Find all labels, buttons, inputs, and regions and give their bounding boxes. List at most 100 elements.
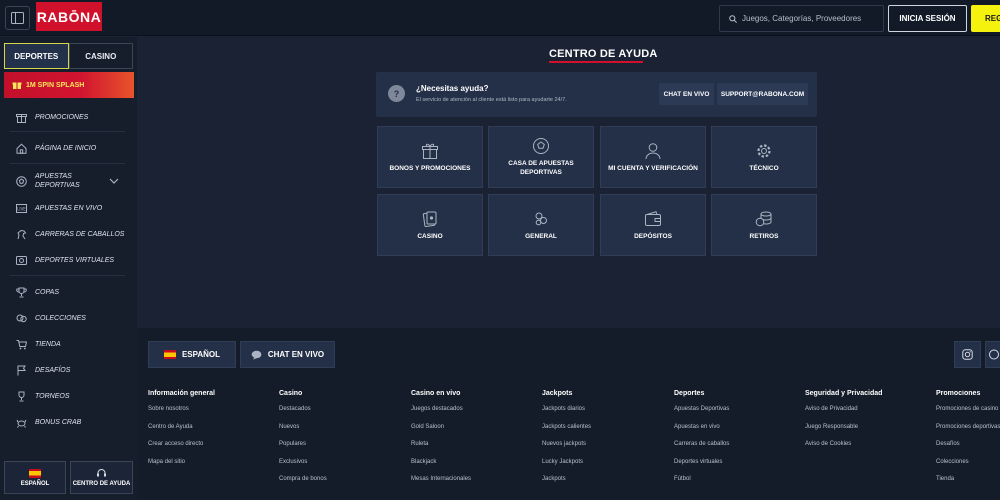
support-email-button[interactable]: SUPPORT@RABONA.COM (717, 83, 808, 105)
trophy-icon (16, 287, 27, 297)
sidebar-item-apuestas-deportivas[interactable]: APUESTAS DEPORTIVAS (0, 170, 137, 192)
footer-link[interactable]: Aviso de Privacidad (805, 405, 933, 423)
footer-chat-button[interactable]: CHAT EN VIVO (240, 341, 335, 368)
virtual-icon (16, 255, 27, 265)
footer-column-title: Deportes (674, 390, 705, 397)
footer-link[interactable]: Jackpots calientes (542, 423, 670, 441)
sidebar-item-colecciones[interactable]: COLECCIONES (0, 311, 137, 325)
login-button[interactable]: INICIA SESIÓN (888, 5, 967, 32)
footer-link[interactable]: Jackpots (542, 475, 670, 493)
need-help-box: ? ¿Necesitas ayuda? El servicio de atenc… (376, 72, 817, 117)
sidebar-item-torneos[interactable]: TORNEOS (0, 389, 137, 403)
collections-icon (16, 314, 27, 322)
soccer-ball-icon (16, 175, 27, 187)
footer-link[interactable]: Sobre nosotros (148, 405, 276, 423)
rabona-logo[interactable]: RABŌNA (36, 2, 102, 31)
footer-column-seguridad: Seguridad y Privacidad Aviso de Privacid… (805, 390, 933, 458)
footer-link[interactable]: Apuestas Deportivas (674, 405, 802, 423)
footer-link[interactable]: Destacados (279, 405, 407, 423)
svg-text:LIVE: LIVE (17, 206, 26, 211)
sidebar-item-label: TORNEOS (35, 392, 70, 400)
help-card-bonos[interactable]: BONOS Y PROMOCIONES (377, 126, 483, 188)
sidebar-item-deportes-virtuales[interactable]: DEPORTES VIRTUALES (0, 253, 137, 267)
footer-link[interactable]: Colecciones (936, 458, 1000, 476)
social-icon (988, 349, 999, 360)
crab-icon (16, 419, 27, 428)
footer-link[interactable]: Exclusivos (279, 458, 407, 476)
footer-language-label: ESPAÑOL (181, 350, 221, 359)
footer-link[interactable]: Aviso de Cookies (805, 440, 933, 458)
sidebar-item-label: PÁGINA DE INICIO (35, 144, 97, 152)
help-card-depositos[interactable]: DEPÓSITOS (600, 194, 706, 256)
footer-link[interactable]: Juego Responsable (805, 423, 933, 441)
home-icon (16, 143, 27, 154)
footer-link[interactable]: Apuestas en vivo (674, 423, 802, 441)
chevron-down-icon[interactable] (109, 178, 119, 184)
footer-link[interactable]: Populares (279, 440, 407, 458)
tab-deportes[interactable]: DEPORTES (4, 43, 69, 69)
sidebar-item-label: COPAS (35, 288, 59, 296)
help-card-tecnico[interactable]: TÉCNICO (711, 126, 817, 188)
language-button[interactable]: ESPAÑOL (4, 461, 66, 494)
search-input[interactable] (742, 14, 882, 23)
footer-link[interactable]: Compra de bonos (279, 475, 407, 493)
footer-link[interactable]: Blackjack (411, 458, 539, 476)
footer-link[interactable]: Fútbol (674, 475, 802, 493)
footer-link[interactable]: Crear acceso directo (148, 440, 276, 458)
coins-icon (755, 211, 772, 226)
sidebar-item-label: CARRERAS DE CABALLOS (35, 230, 125, 238)
footer-link[interactable]: Lucky Jackpots (542, 458, 670, 476)
footer-link[interactable]: Mesas Internacionales (411, 475, 539, 493)
help-card-retiros[interactable]: RETIROS (711, 194, 817, 256)
footer-link[interactable]: Gold Saloon (411, 423, 539, 441)
sidebar-item-promociones[interactable]: PROMOCIONES (0, 110, 137, 124)
footer-link[interactable]: Deportes virtuales (674, 458, 802, 476)
language-label: ESPAÑOL (20, 480, 50, 487)
footer-link[interactable]: Desafíos (936, 440, 1000, 458)
footer: ESPAÑOL CHAT EN VIVO Información general… (137, 328, 1000, 500)
footer-link[interactable]: Centro de Ayuda (148, 423, 276, 441)
sidebar-item-bonus-crab[interactable]: BONUS CRAB (0, 415, 137, 429)
promo-banner[interactable]: 1M SPIN SPLASH (4, 72, 134, 98)
footer-link[interactable]: Juegos destacados (411, 405, 539, 423)
sidebar-item-label: COLECCIONES (35, 314, 86, 322)
need-help-subtitle: El servicio de atención al cliente está … (416, 97, 567, 103)
footer-language-button[interactable]: ESPAÑOL (148, 341, 236, 368)
help-card-label: RETIROS (749, 232, 779, 240)
help-center-button[interactable]: CENTRO DE AYUDA (70, 461, 133, 494)
search-icon (729, 14, 737, 23)
sidebar-item-apuestas-en-vivo[interactable]: LIVE APUESTAS EN VIVO (0, 201, 137, 215)
sidebar-item-inicio[interactable]: PÁGINA DE INICIO (0, 141, 137, 155)
page-title: CENTRO DE AYUDA (549, 48, 658, 60)
sidebar-item-desafios[interactable]: DESAFÍOS (0, 363, 137, 377)
instagram-button[interactable] (954, 341, 981, 368)
sidebar-item-carreras[interactable]: CARRERAS DE CABALLOS (0, 227, 137, 241)
help-card-casino[interactable]: CASINO (377, 194, 483, 256)
search-box[interactable] (719, 5, 884, 32)
footer-link[interactable]: Ruleta (411, 440, 539, 458)
footer-link[interactable]: Promociones de casino (936, 405, 1000, 423)
help-card-general[interactable]: GENERAL (488, 194, 594, 256)
footer-link[interactable]: Promociones deportivas (936, 423, 1000, 441)
help-card-casa-apuestas[interactable]: CASA DE APUESTAS DEPORTIVAS (488, 126, 594, 188)
help-card-label: BONOS Y PROMOCIONES (389, 164, 471, 172)
sidebar-toggle-button[interactable] (5, 6, 30, 30)
footer-link[interactable]: Carreras de caballos (674, 440, 802, 458)
footer-link[interactable]: Jackpots diarios (542, 405, 670, 423)
footer-link[interactable]: Tienda (936, 475, 1000, 493)
live-chat-button[interactable]: CHAT EN VIVO (659, 83, 714, 105)
social-button[interactable] (985, 341, 1000, 368)
register-button[interactable]: REG (971, 5, 1000, 32)
sidebar-tabs: DEPORTES CASINO (4, 43, 133, 69)
footer-column-title: Casino en vivo (411, 390, 461, 397)
tab-casino[interactable]: CASINO (68, 43, 133, 69)
sidebar-item-tienda[interactable]: TIENDA (0, 337, 137, 351)
footer-link[interactable]: Mapa del sitio (148, 458, 276, 476)
footer-link[interactable]: Nuevos jackpots (542, 440, 670, 458)
sidebar-item-copas[interactable]: COPAS (0, 285, 137, 299)
divider (10, 131, 125, 132)
live-icon: LIVE (16, 203, 27, 213)
trophy-icon (18, 391, 25, 401)
footer-link[interactable]: Nuevos (279, 423, 407, 441)
help-card-cuenta[interactable]: MI CUENTA Y VERIFICACIÓN (600, 126, 706, 188)
